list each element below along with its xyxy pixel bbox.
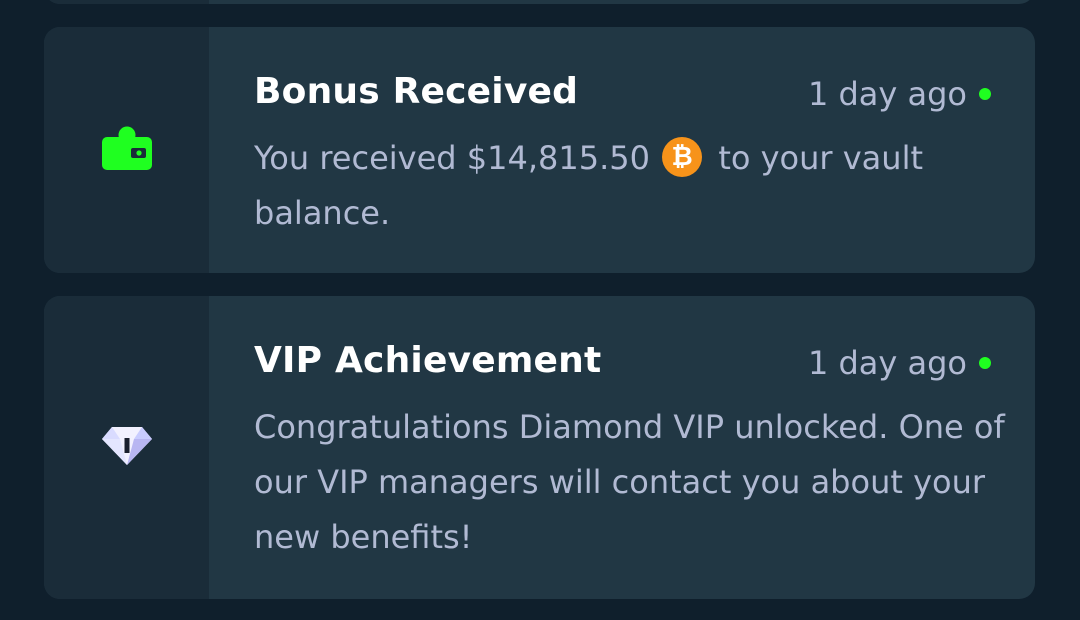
- notification-card-bonus[interactable]: Bonus Received 1 day ago You received $1…: [44, 27, 1035, 273]
- bitcoin-icon: ₿: [662, 137, 703, 177]
- notification-title: VIP Achievement: [254, 340, 602, 381]
- notification-message: You received $14,815.50 ₿ to your vault …: [254, 131, 1005, 241]
- unread-indicator: [979, 88, 991, 100]
- diamond-icon: [100, 425, 154, 471]
- notification-icon-column: [44, 0, 209, 4]
- notification-card-previous[interactable]: [44, 0, 1035, 4]
- wallet-icon: [101, 125, 153, 175]
- notification-message: Congratulations Diamond VIP unlocked. On…: [254, 408, 1005, 556]
- notification-timestamp: 1 day ago: [807, 344, 967, 382]
- notification-icon-column: [44, 27, 209, 273]
- notification-body: Bonus Received 1 day ago You received $1…: [209, 27, 1035, 273]
- unread-indicator: [979, 357, 991, 369]
- message-amount-text: You received $14,815.50: [254, 139, 650, 177]
- notification-timestamp: 1 day ago: [807, 75, 967, 113]
- notification-card-vip[interactable]: VIP Achievement 1 day ago Congratulation…: [44, 296, 1035, 599]
- notification-title: Bonus Received: [254, 71, 579, 112]
- notification-body: VIP Achievement 1 day ago Congratulation…: [209, 296, 1035, 599]
- notification-icon-column: [44, 296, 209, 599]
